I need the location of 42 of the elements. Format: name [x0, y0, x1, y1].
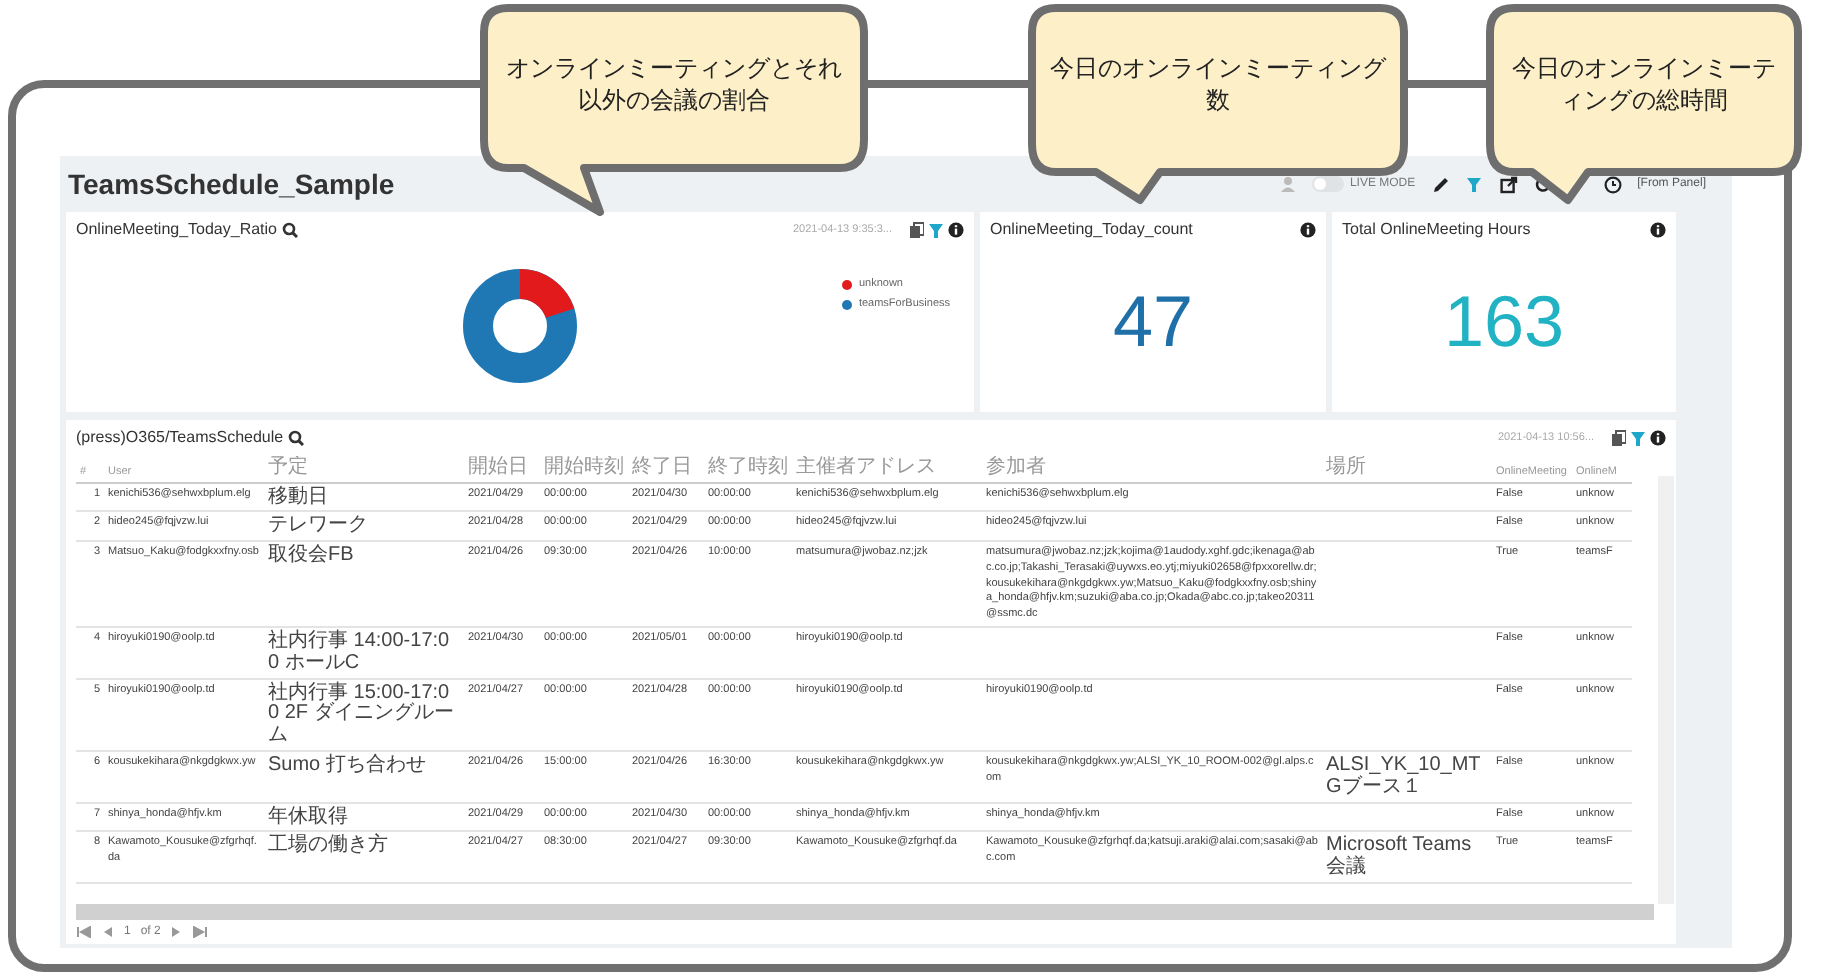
- info-icon[interactable]: [1300, 222, 1316, 238]
- first-page-icon[interactable]: [76, 926, 92, 938]
- table-title: (press)O365/TeamsSchedule: [76, 426, 284, 450]
- table-cell-text: 年休取得: [268, 805, 348, 828]
- table-cell-text: Microsoft Teams 会議: [1326, 834, 1472, 879]
- dashboard-title: TeamsSchedule_Sample: [66, 165, 395, 204]
- panel-title: Total OnlineMeeting Hours: [1342, 218, 1531, 242]
- share-icon[interactable]: [1499, 175, 1518, 193]
- panel-title: OnlineMeeting_Today_count: [990, 218, 1193, 242]
- table-cell-text: 工場の働き方: [268, 834, 388, 857]
- donut-chart-drawing: [463, 269, 577, 383]
- live-mode-toggle[interactable]: [1311, 176, 1344, 192]
- copy-icon[interactable]: [908, 222, 924, 238]
- table-cell-text: 移動日: [268, 485, 328, 507]
- horizontal-scrollbar[interactable]: [76, 904, 1654, 920]
- previous-page-icon[interactable]: [102, 926, 114, 938]
- table-cell-text: 社内行事 14:00-17:00 ホールC: [268, 630, 450, 674]
- callout-text: 今日のオンラインミーティングの総時間: [1510, 52, 1778, 117]
- callout-text: オンラインミーティングとそれ以外の会議の割合: [504, 52, 844, 117]
- table-cell-text: テレワーク: [268, 514, 368, 537]
- search-icon[interactable]: [281, 222, 298, 238]
- column-header[interactable]: 場所: [1322, 456, 1492, 482]
- copy-icon[interactable]: [1610, 430, 1626, 446]
- table-cell-text: Sumo 打ち合わせ: [268, 754, 426, 777]
- info-icon[interactable]: [1650, 430, 1666, 446]
- table-cell-text: 社内行事 15:00-17:00 2F ダイニングルーム: [268, 681, 454, 747]
- column-header[interactable]: 開始日: [464, 456, 540, 482]
- search-icon[interactable]: [287, 430, 304, 446]
- panel-title: OnlineMeeting_Today_Ratio: [76, 218, 278, 242]
- metric-value: 163: [1443, 286, 1565, 358]
- column-header[interactable]: 参加者: [982, 456, 1322, 482]
- column-header[interactable]: 終了日: [628, 456, 704, 482]
- table-cell-text: 取役会FB: [268, 544, 354, 567]
- info-icon[interactable]: [1650, 222, 1666, 238]
- info-icon[interactable]: [948, 222, 964, 238]
- table-cell-text: ALSI_YK_10_MTGブース１: [1326, 754, 1481, 798]
- clock-icon[interactable]: [1603, 175, 1622, 193]
- next-page-icon[interactable]: [170, 926, 183, 938]
- callout-text: 今日のオンラインミーティング数: [1048, 52, 1389, 117]
- last-page-icon[interactable]: [192, 926, 209, 938]
- pencil-icon[interactable]: [1431, 175, 1450, 193]
- metric-value: 47: [1112, 286, 1194, 358]
